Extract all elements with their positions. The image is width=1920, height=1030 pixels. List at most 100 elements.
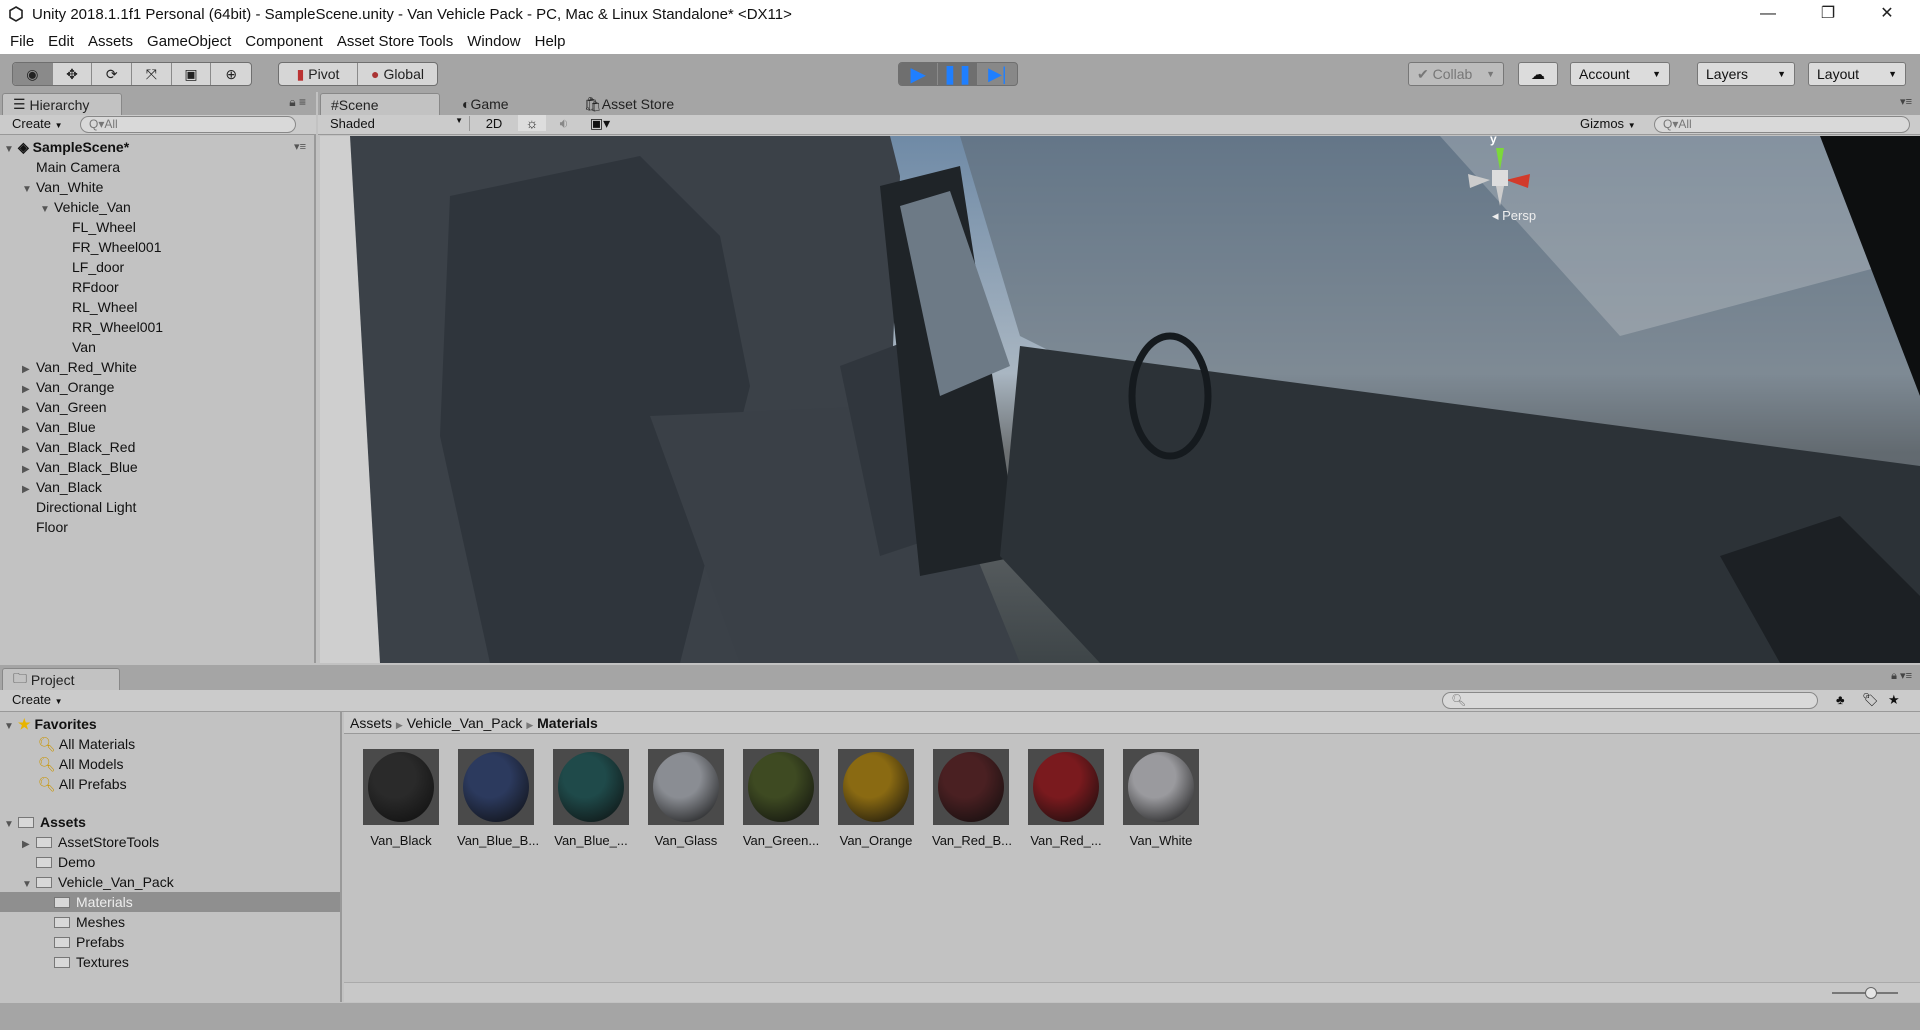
hierarchy-item[interactable]: FR_Wheel001 [58, 237, 162, 257]
menu-assets[interactable]: Assets [88, 33, 133, 50]
material-asset[interactable]: Van_Glass [647, 749, 725, 848]
hierarchy-item[interactable]: ▶ Van_Black [22, 477, 102, 497]
assets-header[interactable]: ▼ Assets [4, 812, 86, 832]
minimize-button[interactable]: — [1745, 0, 1791, 28]
project-folder-item[interactable]: Textures [40, 952, 129, 972]
hierarchy-item[interactable]: ▶ Van_Blue [22, 417, 96, 437]
expand-arrow-icon[interactable]: ▼ [40, 200, 54, 220]
hierarchy-item[interactable]: ▼ Van_White [22, 177, 103, 197]
close-button[interactable]: ✕ [1864, 0, 1910, 28]
global-button[interactable]: ● Global [358, 63, 437, 85]
pivot-button[interactable]: ▮ Pivot [279, 63, 358, 85]
tab-asset-store[interactable]: 🛍︎ Asset Store [574, 93, 714, 115]
step-button[interactable]: ▶| [978, 63, 1017, 85]
hierarchy-item[interactable]: Directional Light [22, 497, 136, 517]
material-asset[interactable]: Van_Red_B... [932, 749, 1012, 848]
material-asset[interactable]: Van_White [1122, 749, 1200, 848]
material-asset[interactable]: Van_Blue_... [552, 749, 630, 848]
play-button[interactable]: ▶ [899, 63, 939, 85]
menu-edit[interactable]: Edit [48, 33, 74, 50]
maximize-button[interactable]: ❐ [1805, 0, 1851, 28]
hierarchy-item[interactable]: ▶ Van_Black_Blue [22, 457, 138, 477]
collab-button[interactable]: ✔ Collab ▼ [1408, 62, 1504, 86]
orientation-gizmo[interactable] [1460, 146, 1540, 216]
hierarchy-item[interactable]: ▶ Van_Black_Red [22, 437, 135, 457]
gizmos-dropdown[interactable]: Gizmos ▼ [1580, 116, 1636, 131]
favorite-item[interactable]: 🔍︎ All Prefabs [38, 774, 127, 794]
hierarchy-item[interactable]: FL_Wheel [58, 217, 136, 237]
rect-tool-icon[interactable]: ▣ [172, 63, 212, 85]
rotate-tool-icon[interactable]: ⟳ [92, 63, 133, 85]
breadcrumb-materials[interactable]: Materials [537, 715, 598, 731]
project-folder-item[interactable]: Materials [0, 892, 340, 912]
favorites-header[interactable]: ▼ ★ Favorites [4, 714, 97, 734]
hierarchy-item[interactable]: LF_door [58, 257, 124, 277]
hierarchy-item[interactable]: RFdoor [58, 277, 119, 297]
material-asset[interactable]: Van_Green... [742, 749, 820, 848]
project-search-input[interactable]: 🔍︎ [1442, 692, 1818, 709]
breadcrumb-vehicle-van-pack[interactable]: Vehicle_Van_Pack [407, 715, 523, 731]
project-folder-item[interactable]: Demo [22, 852, 95, 872]
audio-speaker-icon[interactable]: 🔉︎ [550, 115, 578, 132]
hierarchy-item[interactable]: ▶ Van_Green [22, 397, 107, 417]
transform-tool-icon[interactable]: ⊕ [211, 63, 251, 85]
projection-label[interactable]: ◂ Persp [1492, 208, 1536, 224]
project-folder-item[interactable]: ▼ Vehicle_Van_Pack [22, 872, 174, 892]
hierarchy-item[interactable]: Main Camera [22, 157, 120, 177]
scale-tool-icon[interactable]: ⤧ [132, 63, 172, 85]
material-asset[interactable]: Van_Orange [837, 749, 915, 848]
material-asset[interactable]: Van_Black [362, 749, 440, 848]
hierarchy-create-button[interactable]: Create ▼ [12, 116, 63, 131]
menu-file[interactable]: File [10, 33, 34, 50]
pause-button[interactable]: ❚❚ [938, 63, 978, 85]
favorite-item[interactable]: 🔍︎ All Materials [38, 734, 135, 754]
expand-arrow-icon[interactable]: ▼ [22, 180, 36, 200]
move-tool-icon[interactable]: ✥ [53, 63, 93, 85]
hierarchy-search-input[interactable]: Q▾All [80, 116, 296, 133]
project-create-button[interactable]: Create ▼ [12, 692, 63, 707]
layout-dropdown[interactable]: Layout ▼ [1808, 62, 1906, 86]
panel-menu-icon[interactable]: ▾≡ [1900, 95, 1912, 108]
lighting-sun-icon[interactable]: ☼ [518, 115, 546, 131]
breadcrumb-assets[interactable]: Assets [350, 715, 392, 731]
cloud-button[interactable]: ☁ [1518, 62, 1558, 86]
account-dropdown[interactable]: Account ▼ [1570, 62, 1670, 86]
tab-game[interactable]: ◐ Game [452, 93, 552, 115]
scene-search-input[interactable]: Q▾All [1654, 116, 1910, 133]
material-asset[interactable]: Van_Red_... [1027, 749, 1105, 848]
hierarchy-item[interactable]: RL_Wheel [58, 297, 137, 317]
hierarchy-item[interactable]: Van [58, 337, 96, 357]
tab-project[interactable]: 🗀︎ Project [2, 668, 120, 690]
filter-by-label-icon[interactable]: 🏷︎ [1862, 692, 1879, 708]
tab-hierarchy[interactable]: ☰ Hierarchy [2, 93, 122, 115]
project-folder-item[interactable]: Prefabs [40, 932, 124, 952]
hierarchy-item[interactable]: ▼ Vehicle_Van [40, 197, 131, 217]
scene-root[interactable]: ▼ ◈ SampleScene* ▾≡ [4, 137, 310, 157]
view-tool-eye-icon[interactable]: ◉ [13, 63, 53, 85]
scene-menu-icon[interactable]: ▾≡ [294, 137, 306, 157]
favorite-item[interactable]: 🔍︎ All Models [38, 754, 123, 774]
menu-gameobject[interactable]: GameObject [147, 33, 231, 50]
effects-image-icon[interactable]: ▣▾ [582, 115, 618, 132]
menu-component[interactable]: Component [245, 33, 323, 50]
2d-toggle[interactable]: 2D [478, 116, 510, 131]
project-lock-icon[interactable]: 🔒︎ ▾≡ [1891, 669, 1912, 683]
scene-viewport[interactable]: y ◂ Persp [320, 136, 1920, 663]
project-folder-item[interactable]: Meshes [40, 912, 125, 932]
favorite-star-icon[interactable]: ★ [1888, 692, 1900, 708]
menu-asset-store-tools[interactable]: Asset Store Tools [337, 33, 453, 50]
icon-size-slider-thumb[interactable] [1865, 987, 1877, 999]
menu-window[interactable]: Window [467, 33, 520, 50]
shading-mode-dropdown[interactable]: Shaded ▼ [330, 116, 470, 131]
menu-help[interactable]: Help [535, 33, 566, 50]
hierarchy-item[interactable]: Floor [22, 517, 68, 537]
hierarchy-item[interactable]: ▶ Van_Red_White [22, 357, 137, 377]
lock-icon[interactable]: 🔒︎ ≡ [289, 95, 306, 110]
material-asset[interactable]: Van_Blue_B... [457, 749, 539, 848]
hierarchy-item[interactable]: RR_Wheel001 [58, 317, 163, 337]
layers-dropdown[interactable]: Layers ▼ [1697, 62, 1795, 86]
filter-by-type-icon[interactable]: ♣ [1836, 692, 1845, 707]
hierarchy-item[interactable]: ▶ Van_Orange [22, 377, 114, 397]
project-folder-item[interactable]: ▶ AssetStoreTools [22, 832, 159, 852]
tab-scene[interactable]: # Scene [320, 93, 440, 115]
